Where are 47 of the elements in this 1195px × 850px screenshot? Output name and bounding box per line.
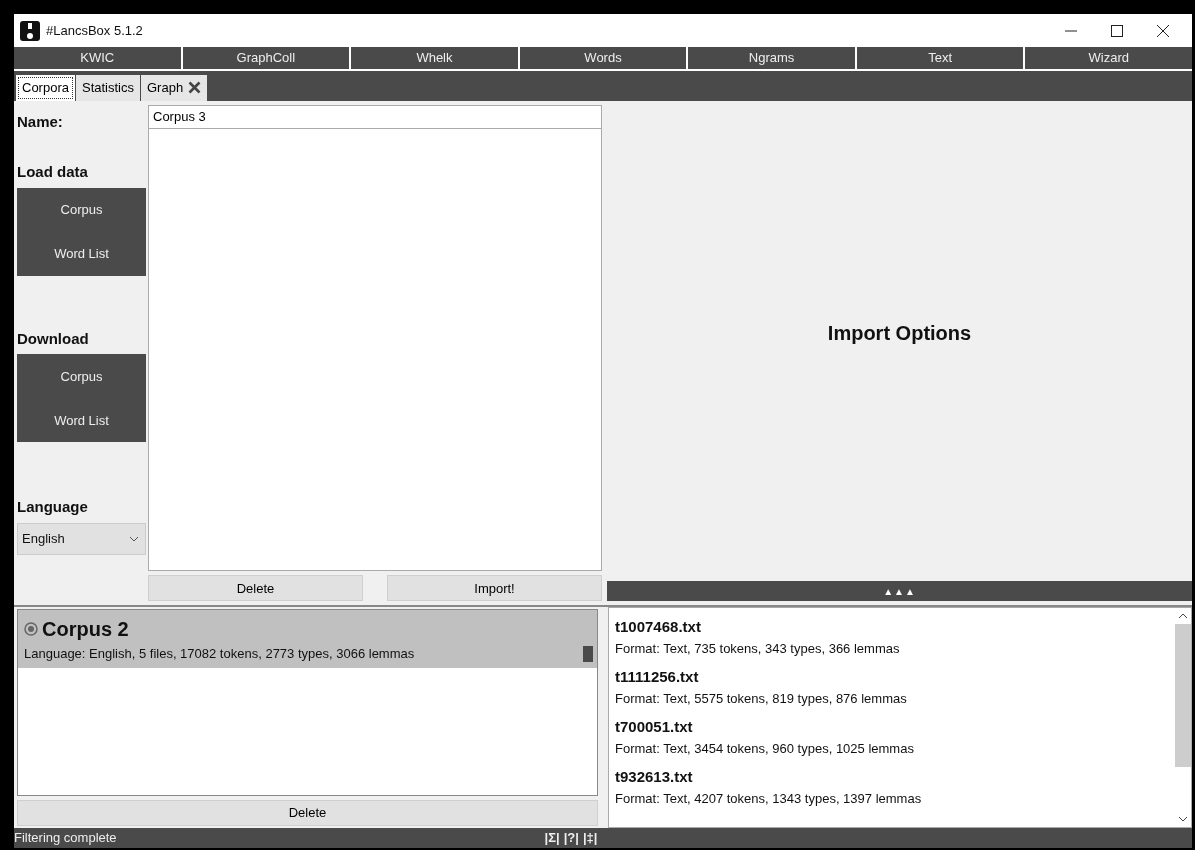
tab[interactable]: Graph bbox=[141, 74, 208, 101]
import-options-heading: Import Options bbox=[827, 321, 972, 347]
radio-icon[interactable] bbox=[24, 622, 38, 637]
scrollbar-thumb[interactable] bbox=[1175, 624, 1191, 768]
file-info: Format: Text, 735 tokens, 343 types, 366 lemmas bbox=[615, 639, 901, 658]
section-heading: Language bbox=[17, 497, 89, 518]
file-name: t1007468.txt bbox=[615, 617, 702, 638]
tab[interactable]: Corpora bbox=[16, 74, 75, 101]
file-name: t700051.txt bbox=[615, 717, 694, 738]
corpus-info: Language: English, 5 files, 17082 tokens, 2773 types, 3066 lemmas bbox=[24, 645, 415, 664]
module-button[interactable]: Text bbox=[856, 47, 1024, 69]
corpus-name: Corpus 2 bbox=[42, 617, 129, 643]
status-message: Filtering complete bbox=[14, 829, 117, 848]
file-name: t1111256.txt bbox=[615, 667, 700, 688]
app-logo-icon bbox=[20, 20, 40, 41]
status-tool[interactable]: |‡| bbox=[582, 828, 598, 848]
maximize-icon[interactable] bbox=[1111, 24, 1123, 37]
close-icon[interactable] bbox=[1157, 24, 1169, 37]
file-name: t932613.txt bbox=[615, 767, 694, 788]
tab[interactable]: Statistics bbox=[75, 74, 140, 101]
corpus-item[interactable]: Corpus 2 Language: English, 5 files, 17082 tokens, 2773 types, 3066 lemmas bbox=[18, 610, 597, 668]
section-heading: Name: bbox=[17, 111, 64, 132]
module-button[interactable]: Words bbox=[519, 47, 687, 69]
module-button[interactable]: Wizard bbox=[1025, 47, 1193, 69]
module-button[interactable]: Ngrams bbox=[688, 47, 855, 69]
language-dropdown[interactable]: English bbox=[17, 522, 146, 555]
chevron-down-icon bbox=[129, 535, 139, 542]
status-tool[interactable]: |?| bbox=[563, 828, 579, 848]
expand-bar[interactable]: ▲▲▲ bbox=[607, 581, 1192, 602]
import-panel-button[interactable]: Import! bbox=[387, 575, 602, 602]
status-tool[interactable]: |Σ| bbox=[544, 828, 560, 848]
module-button[interactable]: Whelk bbox=[351, 47, 518, 69]
file-info: Format: Text, 5575 tokens, 819 types, 876 lemmas bbox=[615, 689, 908, 708]
delete-button[interactable]: Delete bbox=[17, 800, 598, 827]
name-field[interactable]: Corpus 3 bbox=[148, 104, 602, 129]
module-button[interactable]: GraphColl bbox=[182, 47, 350, 69]
file-info: Format: Text, 3454 tokens, 960 types, 1025 lemmas bbox=[615, 739, 915, 758]
scroll-up-icon[interactable] bbox=[1178, 612, 1188, 621]
scroll-down-icon[interactable] bbox=[1178, 815, 1188, 824]
section-heading: Load data bbox=[17, 162, 89, 183]
section-heading: Download bbox=[17, 328, 90, 349]
drag-handle-icon[interactable] bbox=[583, 646, 593, 663]
file-info: Format: Text, 4207 tokens, 1343 types, 1397 lemmas bbox=[615, 789, 923, 808]
import-panel-button[interactable]: Delete bbox=[148, 575, 363, 602]
module-button[interactable]: KWIC bbox=[14, 47, 181, 69]
close-icon[interactable] bbox=[188, 81, 202, 95]
window-title: #LancsBox 5.1.2 bbox=[46, 21, 143, 40]
